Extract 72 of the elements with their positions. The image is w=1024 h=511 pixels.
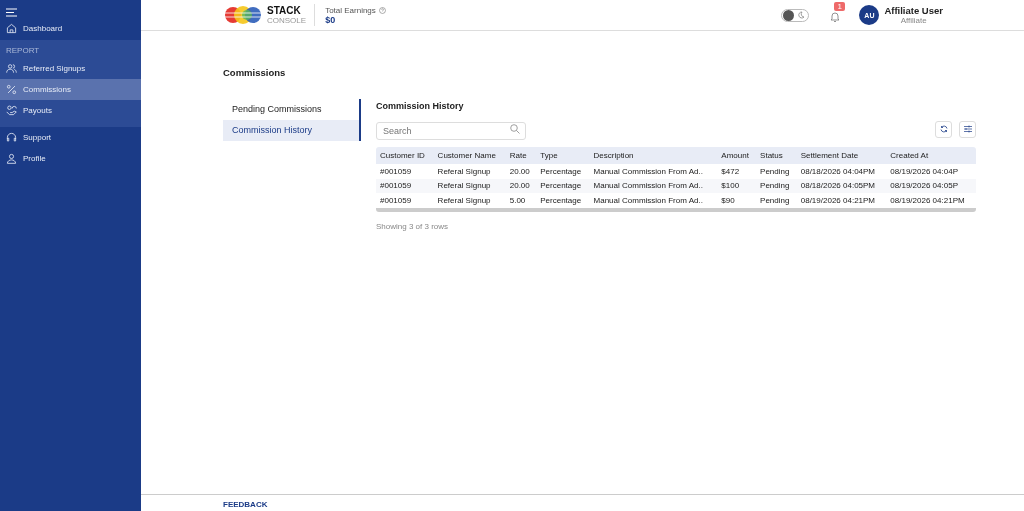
percent-icon xyxy=(6,84,17,95)
column-header: Status xyxy=(756,147,797,164)
table-cell: 20.00 xyxy=(505,178,537,193)
sidebar-item[interactable]: Profile xyxy=(0,148,141,169)
logo-text: STACK xyxy=(267,5,302,16)
sidebar-item[interactable]: Dashboard xyxy=(0,18,141,39)
table-cell: Percentage xyxy=(536,164,590,179)
user-name: Affiliate User xyxy=(884,5,943,16)
menu-icon[interactable] xyxy=(6,8,17,17)
column-header: Type xyxy=(536,147,590,164)
table-cell: Referal Signup xyxy=(433,178,506,193)
column-header: Customer ID xyxy=(376,147,434,164)
table-cell: Percentage xyxy=(536,178,590,193)
table-cell: Referal Signup xyxy=(433,164,506,179)
sliders-icon xyxy=(963,125,972,133)
table-cell: 08/19/2026 04:05P xyxy=(886,178,976,193)
table-cell: 08/19/2026 04:04P xyxy=(886,164,976,179)
section-label: REPORT xyxy=(0,40,141,58)
home-icon xyxy=(6,23,17,34)
refresh-button[interactable] xyxy=(935,120,952,138)
table-cell: 20.00 xyxy=(505,164,537,179)
user-icon xyxy=(6,153,17,164)
hand-coin-icon xyxy=(6,105,17,116)
table-cell: #001059 xyxy=(376,193,434,208)
table-cell: Manual Commission From Ad.. xyxy=(589,193,718,208)
table-cell: $472 xyxy=(717,164,757,179)
table-cell: #001059 xyxy=(376,164,434,179)
section-title: Commission History xyxy=(376,101,465,111)
table-cell: Manual Commission From Ad.. xyxy=(589,164,718,179)
sidebar-item[interactable]: Commissions xyxy=(0,79,141,100)
refresh-icon xyxy=(939,125,948,133)
table-cell: $100 xyxy=(717,178,757,193)
users-icon xyxy=(6,63,17,74)
subnav-tab[interactable]: Pending Commissions xyxy=(223,99,359,120)
table-cell: 08/18/2026 04:04PM xyxy=(796,164,887,179)
user-role: Affiliate xyxy=(899,16,928,25)
headset-icon xyxy=(6,132,17,143)
table-cell: Percentage xyxy=(536,193,590,208)
sidebar-item[interactable]: Referred Signups xyxy=(0,58,141,79)
table-cell: Pending xyxy=(756,178,797,193)
column-header: Settlement Date xyxy=(796,147,887,164)
table-cell: $90 xyxy=(717,193,757,208)
earnings-value: $0 xyxy=(325,14,337,25)
row-count: Showing 3 of 3 rows xyxy=(376,221,450,231)
filter-button[interactable] xyxy=(959,120,976,138)
moon-icon xyxy=(797,11,806,19)
sidebar-item[interactable]: Payouts xyxy=(0,100,141,121)
table-cell: Referal Signup xyxy=(433,193,506,208)
page-title: Commissions xyxy=(223,67,287,78)
bell-icon[interactable] xyxy=(829,11,842,23)
table-cell: 08/18/2026 04:05PM xyxy=(796,178,887,193)
column-header: Rate xyxy=(505,147,537,164)
table-cell: Pending xyxy=(756,164,797,179)
subnav-tab[interactable]: Commission History xyxy=(223,120,359,141)
feedback-link[interactable]: FEEDBACK xyxy=(223,499,268,511)
column-header: Amount xyxy=(717,147,757,164)
column-header: Created At xyxy=(886,147,976,164)
logo-subtitle: CONSOLE xyxy=(267,15,307,25)
search-field[interactable]: Search xyxy=(376,122,526,140)
table-cell: Pending xyxy=(756,193,797,208)
table-cell: 5.00 xyxy=(505,193,537,208)
column-header: Description xyxy=(589,147,718,164)
table-cell: 08/19/2026 04:21PM xyxy=(796,193,887,208)
earnings-label: Total Earnings xyxy=(325,5,376,15)
column-header: Customer Name xyxy=(433,147,506,164)
logo-icon xyxy=(223,4,263,26)
table-cell: 08/19/2026 04:21PM xyxy=(886,193,976,208)
notification-badge: 1 xyxy=(834,2,845,11)
search-icon xyxy=(510,124,520,134)
table-cell: #001059 xyxy=(376,178,434,193)
table-cell: Manual Commission From Ad.. xyxy=(589,178,718,193)
sidebar-item[interactable]: Support xyxy=(0,127,141,148)
